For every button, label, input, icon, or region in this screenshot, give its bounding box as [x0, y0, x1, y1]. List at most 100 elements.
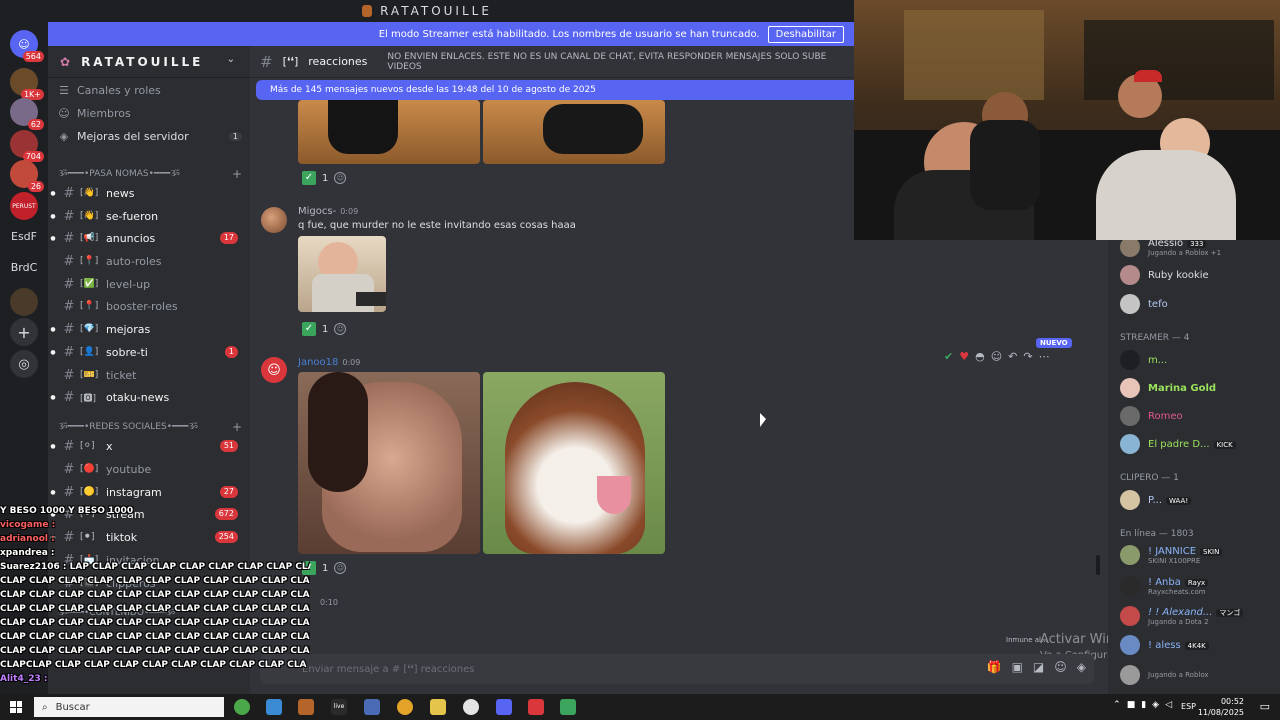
server-icon[interactable]: 26 [10, 160, 44, 192]
reaction-bar[interactable]: ✓ 1 ☺ [302, 168, 347, 188]
message-image[interactable] [298, 236, 386, 312]
app-icon[interactable] [528, 699, 544, 715]
message-image[interactable] [298, 100, 480, 164]
rat-icon[interactable]: ◓ [975, 350, 985, 363]
server-icon[interactable]: EsdF [10, 222, 38, 250]
disable-button[interactable]: Deshabilitar [767, 25, 844, 43]
more-icon[interactable]: ⋯ [1039, 350, 1050, 363]
member-row[interactable]: ! Anba Rayx Rayxcheats.com [1120, 573, 1278, 599]
message-author[interactable]: Janoo18 0:09 [298, 357, 360, 368]
message-image[interactable] [298, 372, 480, 554]
chrome-icon[interactable] [234, 699, 250, 715]
notifications-icon[interactable]: ▭ [1260, 700, 1270, 713]
channel-instagram[interactable]: ● # [🟡] instagram 27 [48, 481, 250, 503]
member-row[interactable]: P... WAA! [1120, 487, 1278, 513]
channel-se-fueron[interactable]: ● # [👋] se-fueron [48, 205, 250, 227]
server-icon[interactable]: 62 [10, 98, 44, 130]
obs-icon[interactable] [463, 699, 479, 715]
channel-mejoras[interactable]: ● # [💎] mejoras [48, 318, 250, 340]
channel-x[interactable]: ● # [⚪] x 51 [48, 435, 250, 457]
copilot-icon[interactable] [266, 699, 282, 715]
new-messages-bar[interactable]: Más de 145 mensajes nuevos desde las 19:… [256, 80, 854, 100]
emoji-icon[interactable]: ☺ [1054, 660, 1067, 674]
unread-dot-icon: ● [50, 325, 56, 333]
message-author[interactable]: 0:10 [316, 597, 338, 608]
channel-name: se-fueron [106, 209, 159, 223]
member-row[interactable]: m... [1120, 347, 1278, 373]
system-tray[interactable]: ⌃ ■ ▮ ◈ ◁ [1113, 700, 1172, 710]
channel-youtube[interactable]: # [🔴] youtube [48, 458, 250, 480]
gift-icon[interactable]: 🎁 [987, 660, 1002, 674]
message-author[interactable]: Migocs- 0:09 [298, 206, 358, 217]
channel-anuncios[interactable]: ● # [📢] anuncios 17 [48, 227, 250, 249]
channel-otaku-news[interactable]: ● # [🅾] otaku-news [48, 386, 250, 408]
server-icon[interactable]: 704 [10, 130, 44, 162]
folder-icon[interactable] [430, 699, 446, 715]
member-row[interactable]: tefo [1120, 291, 1278, 317]
checkmark-icon[interactable]: ✔ [944, 350, 953, 363]
reply-icon[interactable]: ↶ [1008, 350, 1017, 363]
channel-auto-roles[interactable]: # [📍] auto-roles [48, 250, 250, 272]
discord-icon[interactable] [496, 699, 512, 715]
plus-icon[interactable]: + [232, 420, 242, 434]
server-header[interactable]: ✿ RATATOUILLE ⌄ [48, 46, 250, 78]
scrollbar[interactable] [1096, 555, 1100, 575]
channel-level-up[interactable]: # [✅] level-up [48, 273, 250, 295]
app-icon[interactable] [298, 699, 314, 715]
start-button[interactable] [10, 701, 22, 713]
message-input[interactable] [302, 660, 942, 678]
hash-icon: # [63, 298, 75, 314]
taskbar-clock[interactable]: 00:52 11/08/2025 [1198, 696, 1244, 718]
taskbar-search[interactable]: ⌕ Buscar [34, 697, 224, 717]
channel-booster-roles[interactable]: # [📍] booster-roles [48, 295, 250, 317]
language-indicator[interactable]: ESP [1181, 702, 1196, 711]
member-group-header: CLIPERO — 1 [1120, 473, 1179, 483]
member-row[interactable]: Romeo [1120, 403, 1278, 429]
channel-sobre-ti[interactable]: ● # [👤] sobre-ti 1 [48, 341, 250, 363]
avatar [1120, 434, 1140, 454]
add-server-button[interactable]: + [10, 318, 38, 346]
member-row[interactable]: Jugando a Roblox [1120, 662, 1278, 688]
live-icon[interactable]: live [331, 699, 347, 715]
explore-button[interactable]: ◎ [10, 350, 38, 378]
server-icon[interactable]: BrdC [10, 253, 38, 281]
gif-icon[interactable]: ▣ [1012, 660, 1023, 674]
category-header[interactable]: ૐ━━━•REDES SOCIALES•━━━ૐ + [58, 419, 242, 435]
add-reaction-icon[interactable]: ☺ [334, 323, 347, 335]
home-button[interactable]: ☺ 564 [10, 30, 44, 62]
member-row[interactable]: ! aless 4K4K [1120, 632, 1278, 658]
channel-news[interactable]: ● # [👋] news [48, 182, 250, 204]
message-image[interactable] [483, 372, 665, 554]
server-icon[interactable]: 1K+ [10, 68, 44, 100]
member-row[interactable]: El padre D... KICK [1120, 431, 1278, 457]
notepad-icon[interactable] [364, 699, 380, 715]
server-icon[interactable]: PERUST [10, 192, 38, 220]
forward-icon[interactable]: ↷ [1023, 350, 1032, 363]
nav-label: Miembros [77, 106, 131, 120]
member-row[interactable]: Ruby kookie [1120, 262, 1278, 288]
channel-ticket[interactable]: # [🎫] ticket [48, 364, 250, 386]
heart-icon[interactable]: ♥ [959, 350, 969, 363]
nav-boosts[interactable]: ◈ Mejoras del servidor 1 [58, 126, 242, 146]
reaction-bar[interactable]: ✓ 1 ☺ [302, 319, 347, 339]
nav-channels-roles[interactable]: ☰ Canales y roles [58, 80, 242, 100]
avatar[interactable]: ☺ [261, 357, 287, 383]
app-icon[interactable] [560, 699, 576, 715]
add-reaction-icon[interactable]: ☺ [991, 350, 1002, 363]
nav-members[interactable]: ☺ Miembros [58, 103, 242, 123]
chat-line: Y BESO 1000 Y BESO 1000 [0, 506, 134, 516]
message-image[interactable] [483, 100, 665, 164]
member-row[interactable]: Marina Gold [1120, 375, 1278, 401]
add-reaction-icon[interactable]: ☺ [334, 562, 347, 574]
browser-icon[interactable] [397, 699, 413, 715]
add-reaction-icon[interactable]: ☺ [334, 172, 347, 184]
avatar[interactable] [261, 207, 287, 233]
category-header[interactable]: ૐ━━━•PASA NOMAS•━━━ૐ + [58, 166, 242, 182]
plus-icon[interactable]: + [232, 167, 242, 181]
sticker-icon[interactable]: ◪ [1033, 660, 1044, 674]
channel-title: reacciones [308, 55, 368, 68]
member-row[interactable]: ! JANNICE SKIN SKINI X100PRE [1120, 542, 1278, 568]
server-icon[interactable] [10, 288, 38, 316]
member-row[interactable]: ! ! Alexand... マンゴ Jugando a Dota 2 [1120, 603, 1278, 629]
apps-icon[interactable]: ◈ [1077, 660, 1086, 674]
